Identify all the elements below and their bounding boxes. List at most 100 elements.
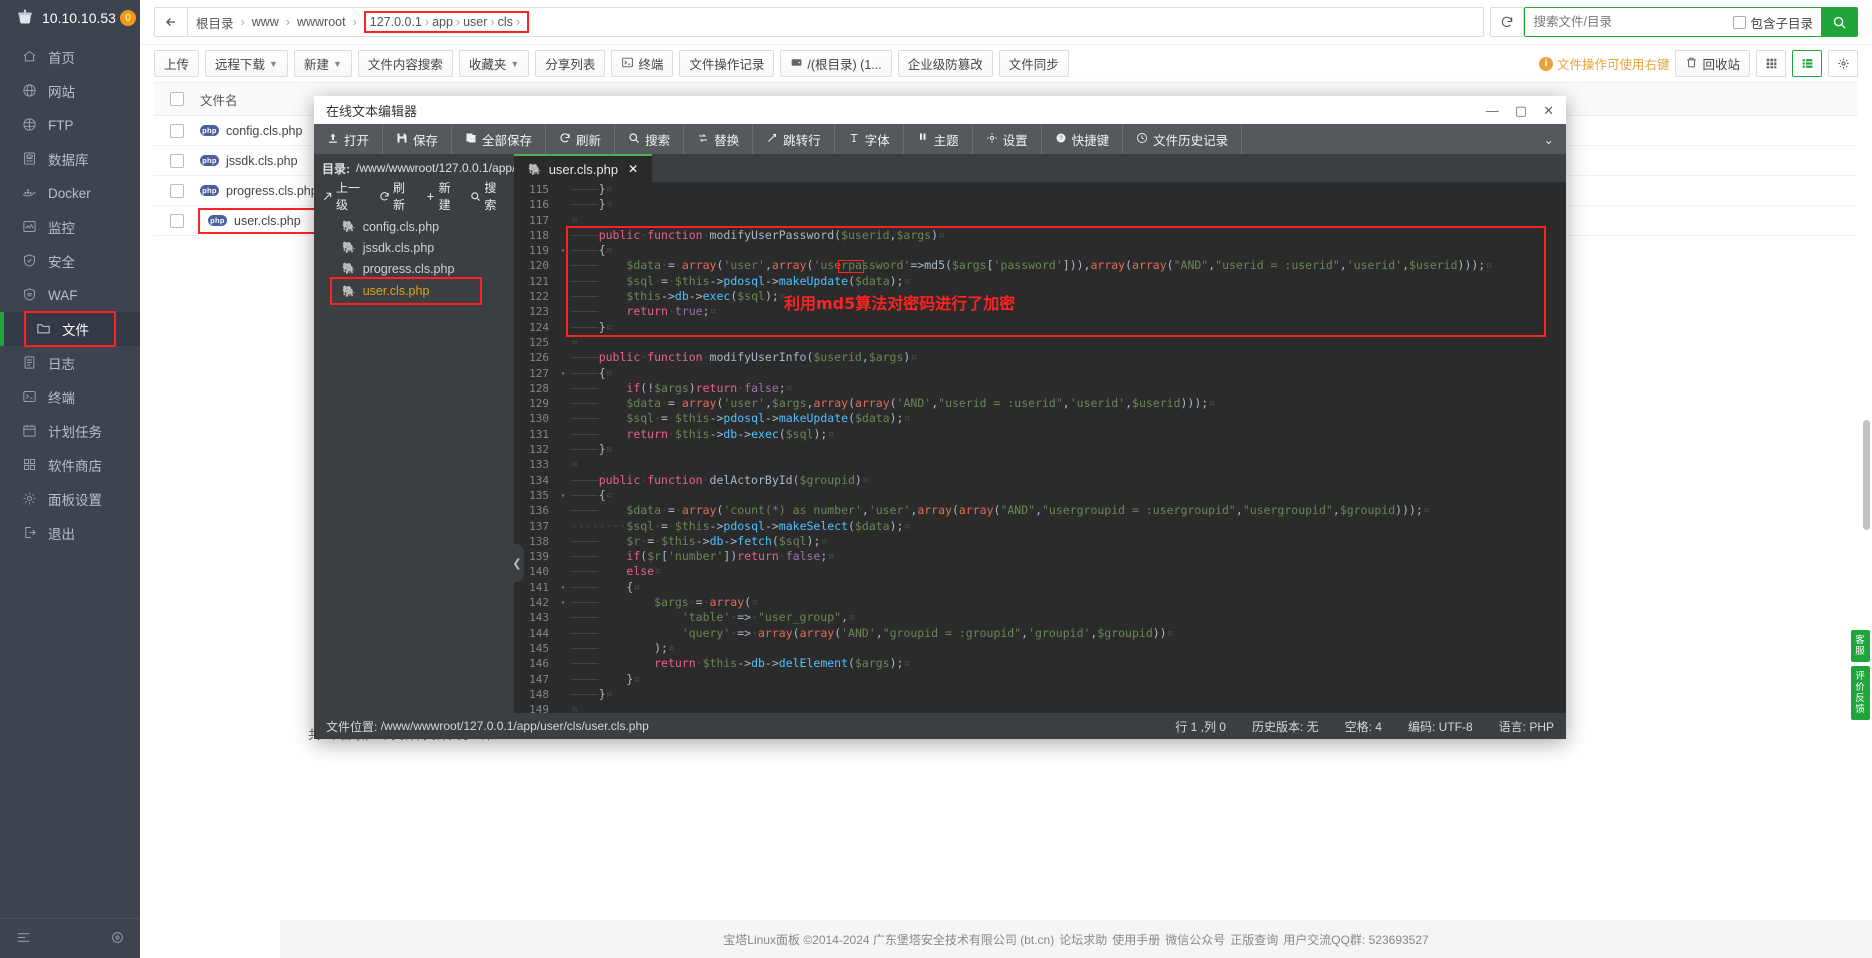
code-line[interactable]: 140 ———— else¤ [514, 564, 1566, 579]
editor-replace-button[interactable]: 替换 [684, 124, 754, 154]
code-line[interactable]: 134 ————public·function·delActorById($gro… [514, 473, 1566, 488]
maximize-icon[interactable]: ▢ [1515, 104, 1527, 117]
code-line[interactable]: 128 ———— if(!$args)return·false;¤ [514, 381, 1566, 396]
code-line[interactable]: 135 ▾ ————{¤ [514, 488, 1566, 503]
sidebar-item-logout[interactable]: 退出 [0, 516, 140, 550]
fold-marker[interactable]: ▾ [558, 243, 568, 258]
refresh-button[interactable] [1490, 7, 1525, 37]
search-button[interactable] [1821, 8, 1857, 36]
sidebar-item-crontab[interactable]: 计划任务 [0, 414, 140, 448]
file-sync-button[interactable]: 文件同步 [998, 50, 1069, 77]
code-line[interactable]: 149 ¤ [514, 702, 1566, 713]
code-line[interactable]: 147 ———— }¤ [514, 672, 1566, 687]
code-line[interactable]: 118 ————public·function·modifyUserPasswor… [514, 228, 1566, 243]
code-line[interactable]: 148 ————}¤ [514, 687, 1566, 702]
editor-refresh-button[interactable]: 刷新 [546, 124, 616, 154]
page-scrollbar[interactable] [1863, 420, 1870, 530]
code-line[interactable]: 139 ———— if($r['number'])return·false;¤ [514, 549, 1566, 564]
footer-link-manual[interactable]: 使用手册 [1112, 931, 1160, 948]
content-search-button[interactable]: 文件内容搜索 [357, 50, 453, 77]
sidebar-item-home[interactable]: 首页 [0, 40, 140, 74]
code-line[interactable]: 136 ———— $data·=·array('count(*) as numbe… [514, 503, 1566, 518]
sidebar-item-monitor[interactable]: 监控 [0, 210, 140, 244]
code-line[interactable]: 145 ———— );¤ [514, 641, 1566, 656]
editor-search-tree-button[interactable]: 搜索 [470, 179, 506, 213]
row-checkbox[interactable] [170, 183, 184, 198]
sidebar-item-database[interactable]: 数据库 [0, 142, 140, 176]
code-line[interactable]: 137 ········$sql·=·$this->pdosql->makeSel… [514, 519, 1566, 534]
code-line[interactable]: 120 ———— $data·=·array('user',array('user… [514, 258, 1566, 273]
chevron-down-icon[interactable]: ⌄ [1532, 124, 1566, 154]
code-line[interactable]: 116 ————}¤ [514, 197, 1566, 212]
panel-collapse-handle[interactable]: ❮ [510, 544, 524, 582]
editor-goto-line-button[interactable]: 跳转行 [753, 124, 835, 154]
sidebar-item-website[interactable]: 网站 [0, 74, 140, 108]
editor-settings-button[interactable]: 设置 [973, 124, 1042, 154]
sidebar-logo[interactable]: 10.10.10.53 0 [0, 0, 140, 36]
code-line[interactable]: 122 ———— $this->db->exec($sql);¤ [514, 289, 1566, 304]
editor-search-button[interactable]: 搜索 [615, 124, 685, 154]
sidebar-item-ftp[interactable]: FTP [0, 108, 140, 142]
footer-link-wechat[interactable]: 微信公众号 [1165, 931, 1225, 948]
favorites-button[interactable]: 收藏夹 ▼ [458, 50, 530, 77]
breadcrumb-item-cls[interactable]: cls [498, 15, 513, 29]
tab-user-cls-php[interactable]: 🐘 user.cls.php ✕ [514, 154, 653, 182]
list-item[interactable]: 🐘 progress.cls.php [314, 258, 514, 279]
breadcrumb-item-ip[interactable]: 127.0.0.1 [370, 15, 422, 29]
editor-parent-dir-button[interactable]: 上一级 [322, 179, 369, 213]
feedback-button[interactable]: 评价反馈 [1850, 666, 1870, 720]
editor-refresh-tree-button[interactable]: 刷新 [379, 179, 415, 213]
code-line[interactable]: 124 ————}¤ [514, 320, 1566, 335]
disk-usage-button[interactable]: /(根目录) (1... [780, 50, 892, 77]
tab-close-icon[interactable]: ✕ [628, 162, 638, 176]
sidebar-item-waf[interactable]: WAF [0, 278, 140, 312]
sidebar-item-docker[interactable]: Docker [0, 176, 140, 210]
editor-save-all-button[interactable]: 全部保存 [452, 124, 547, 154]
editor-theme-button[interactable]: 主题 [904, 124, 973, 154]
code-line[interactable]: 146 ———— return·$this->db->delElement($ar… [514, 656, 1566, 671]
code-line[interactable]: 138 ———— $r·=·$this->db->fetch($sql);¤ [514, 534, 1566, 549]
code-line[interactable]: 119 ▾ ————{¤ [514, 243, 1566, 258]
collapse-sidebar-icon[interactable] [16, 930, 31, 948]
sidebar-item-security[interactable]: 安全 [0, 244, 140, 278]
file-op-log-button[interactable]: 文件操作记录 [679, 50, 775, 77]
editor-shortcut-button[interactable]: ? 快捷键 [1042, 124, 1124, 154]
list-item[interactable]: 🐘 jssdk.cls.php [314, 237, 514, 258]
notification-badge[interactable]: 0 [120, 10, 136, 26]
remote-download-button[interactable]: 远程下载 ▼ [205, 50, 288, 77]
code-line[interactable]: 133 ¤ [514, 457, 1566, 472]
row-checkbox[interactable] [170, 123, 184, 138]
code-line[interactable]: 131 ———— return·$this->db->exec($sql);¤ [514, 427, 1566, 442]
editor-open-button[interactable]: 打开 [314, 124, 384, 154]
upload-button[interactable]: 上传 [154, 50, 200, 77]
row-select-cell[interactable] [154, 183, 200, 198]
include-subdir-checkbox[interactable] [1733, 15, 1747, 29]
file-settings-icon[interactable] [1828, 50, 1858, 77]
code-line[interactable]: 117 ¤ [514, 213, 1566, 228]
footer-link-license[interactable]: 正版查询 [1230, 931, 1278, 948]
breadcrumb-item-wwwroot[interactable]: wwwroot [297, 15, 346, 29]
code-line[interactable]: 141 ▾ ———— {¤ [514, 580, 1566, 595]
code-line[interactable]: 121 ———— $sql·=·$this->pdosql->makeUpdate… [514, 274, 1566, 289]
list-item-active-highlighted[interactable]: 🐘 user.cls.php [330, 277, 482, 305]
file-name-cell[interactable]: php progress.cls.php [200, 184, 318, 198]
row-select-cell[interactable] [154, 213, 200, 228]
fold-marker[interactable]: ▾ [558, 488, 568, 503]
search-input[interactable] [1525, 8, 1726, 36]
editor-history-button[interactable]: 文件历史记录 [1123, 124, 1243, 154]
code-editor-content[interactable]: 115 ————}¤ 116 ————}¤ 117 ¤ 118 ————public·func… [514, 182, 1566, 713]
new-button[interactable]: 新建 ▼ [293, 50, 352, 77]
code-line[interactable]: 130 ———— $sql·=·$this->pdosql->makeUpdate… [514, 411, 1566, 426]
anti-tamper-button[interactable]: 企业级防篡改 [897, 50, 993, 77]
grid-view-icon[interactable] [1756, 50, 1786, 77]
code-line[interactable]: 132 ————}¤ [514, 442, 1566, 457]
editor-save-button[interactable]: 保存 [383, 124, 453, 154]
minimize-icon[interactable]: — [1486, 104, 1499, 117]
recycle-bin-button[interactable]: 回收站 [1675, 50, 1750, 77]
sidebar-item-panel-settings[interactable]: 面板设置 [0, 482, 140, 516]
terminal-button[interactable]: 终端 [611, 50, 674, 77]
list-view-icon[interactable] [1792, 50, 1822, 77]
row-checkbox[interactable] [170, 153, 184, 168]
file-name-cell[interactable]: php jssdk.cls.php [200, 154, 298, 168]
select-all-cell[interactable] [154, 92, 200, 106]
